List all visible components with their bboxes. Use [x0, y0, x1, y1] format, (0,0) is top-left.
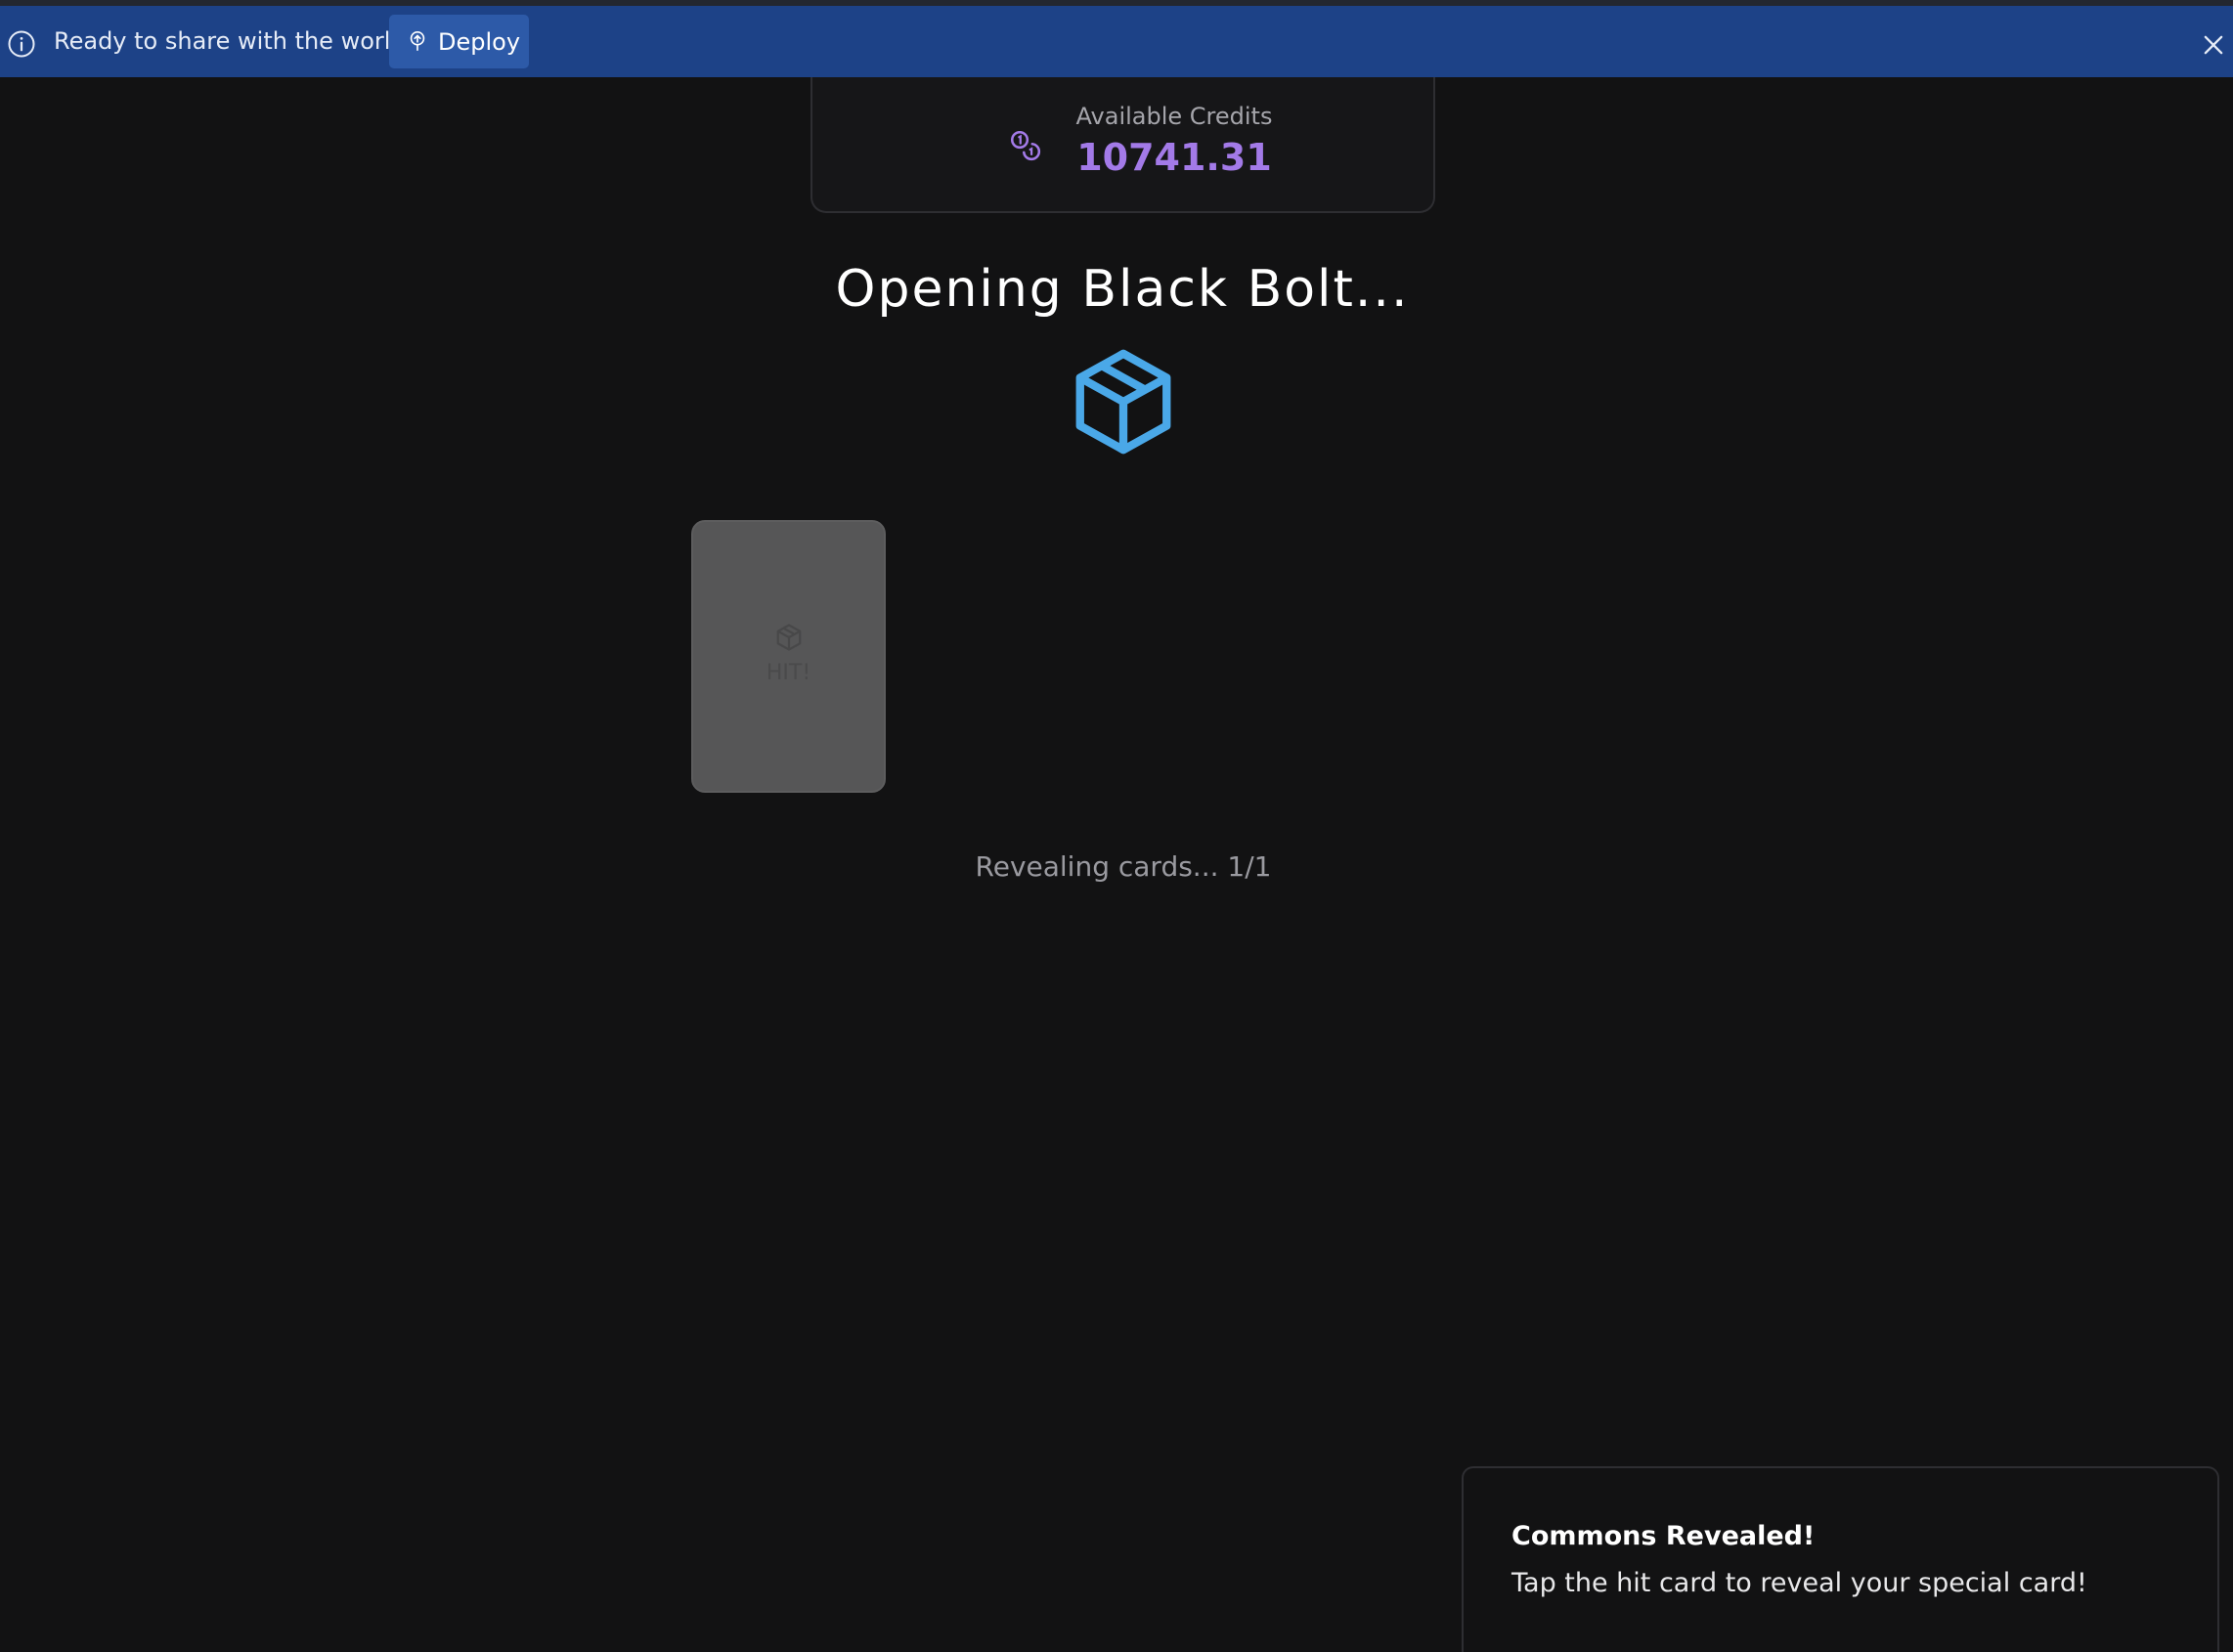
credits-panel: Available Credits 10741.31: [810, 77, 1435, 213]
reveal-status: Revealing cards... 1/1: [975, 850, 1272, 883]
credits-label: Available Credits: [1075, 103, 1273, 130]
box-icon: [776, 624, 802, 651]
deploy-banner: Ready to share with the world? Deploy: [0, 6, 2233, 77]
info-icon: [8, 30, 35, 58]
deploy-button-label: Deploy: [438, 27, 521, 56]
toast-notification: Commons Revealed! Tap the hit card to re…: [1462, 1466, 2219, 1652]
box-icon: [1075, 349, 1171, 455]
credits-amount: 10741.31: [1076, 136, 1272, 179]
page-title: Opening Black Bolt...: [835, 260, 1410, 319]
deploy-button[interactable]: Deploy: [389, 15, 529, 68]
toast-description: Tap the hit card to reveal your special …: [1511, 1568, 2087, 1598]
coins-icon: [1010, 130, 1041, 161]
close-icon[interactable]: [2200, 31, 2227, 59]
toast-title: Commons Revealed!: [1511, 1521, 1816, 1551]
deploy-icon: [410, 31, 425, 51]
hit-card[interactable]: HIT!: [691, 520, 886, 793]
hit-card-label: HIT!: [766, 661, 811, 685]
banner-message: Ready to share with the world?: [54, 27, 418, 55]
